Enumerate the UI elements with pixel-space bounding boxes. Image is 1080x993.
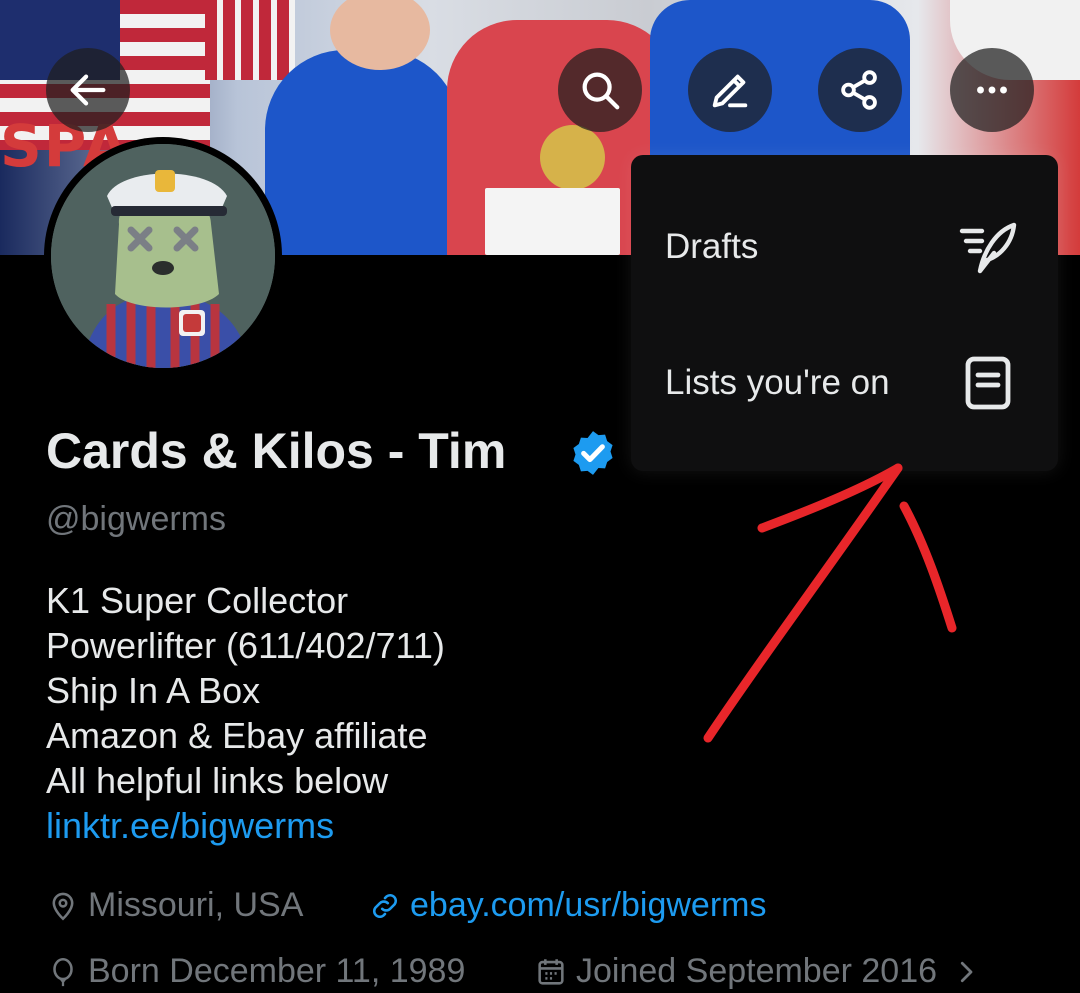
arrow-left-icon xyxy=(70,74,106,106)
menu-item-label: Lists you're on xyxy=(665,363,890,402)
profile-joined[interactable]: Joined September 2016 xyxy=(534,952,989,991)
profile-bio: K1 Super Collector Powerlifter (611/402/… xyxy=(46,578,445,848)
birthday-text: Born December 11, 1989 xyxy=(88,952,466,990)
avatar-illustration xyxy=(51,144,275,368)
profile-name: Cards & Kilos - Tim xyxy=(46,423,507,479)
share-button[interactable] xyxy=(818,48,902,132)
bio-line: K1 Super Collector xyxy=(46,580,349,621)
more-button[interactable] xyxy=(950,48,1034,132)
profile-website[interactable]: ebay.com/usr/bigwerms xyxy=(368,886,767,925)
more-horizontal-icon xyxy=(977,86,1007,94)
menu-item-lists-youre-on[interactable]: Lists you're on xyxy=(631,313,1058,453)
verified-badge-icon[interactable] xyxy=(568,428,618,478)
chevron-right-icon xyxy=(960,961,973,982)
profile-location: Missouri, USA xyxy=(46,886,303,925)
avatar[interactable] xyxy=(44,137,282,375)
bio-line: Ship In A Box xyxy=(46,670,261,711)
link-icon xyxy=(372,893,398,918)
search-icon xyxy=(582,72,620,110)
avatar-image xyxy=(51,144,275,368)
joined-text: Joined September 2016 xyxy=(576,952,938,990)
profile-birthday: Born December 11, 1989 xyxy=(46,952,465,991)
location-pin-icon xyxy=(52,892,74,920)
back-button[interactable] xyxy=(46,48,130,132)
drafts-feather-icon xyxy=(959,222,1017,274)
banner-person-left xyxy=(265,50,460,255)
pencil-icon xyxy=(712,74,748,108)
banner-medal xyxy=(540,125,605,190)
banner-flag-stripes xyxy=(205,0,295,80)
bio-line: Amazon & Ebay affiliate xyxy=(46,715,428,756)
list-document-icon xyxy=(965,356,1011,410)
website-link[interactable]: ebay.com/usr/bigwerms xyxy=(410,886,767,925)
share-icon xyxy=(841,70,877,110)
bio-line: All helpful links below xyxy=(46,760,389,801)
profile-handle: @bigwerms xyxy=(46,500,226,538)
menu-item-drafts[interactable]: Drafts xyxy=(631,177,1058,317)
overflow-menu: Drafts Lists you're on xyxy=(631,155,1058,471)
banner-award-plaque xyxy=(485,188,620,255)
bio-line: Powerlifter (611/402/711) xyxy=(46,625,445,666)
search-button[interactable] xyxy=(558,48,642,132)
balloon-icon xyxy=(53,957,73,986)
edit-button[interactable] xyxy=(688,48,772,132)
location-text: Missouri, USA xyxy=(88,886,304,924)
bio-link[interactable]: linktr.ee/bigwerms xyxy=(46,803,445,848)
menu-item-label: Drafts xyxy=(665,227,759,266)
calendar-icon xyxy=(538,958,564,985)
